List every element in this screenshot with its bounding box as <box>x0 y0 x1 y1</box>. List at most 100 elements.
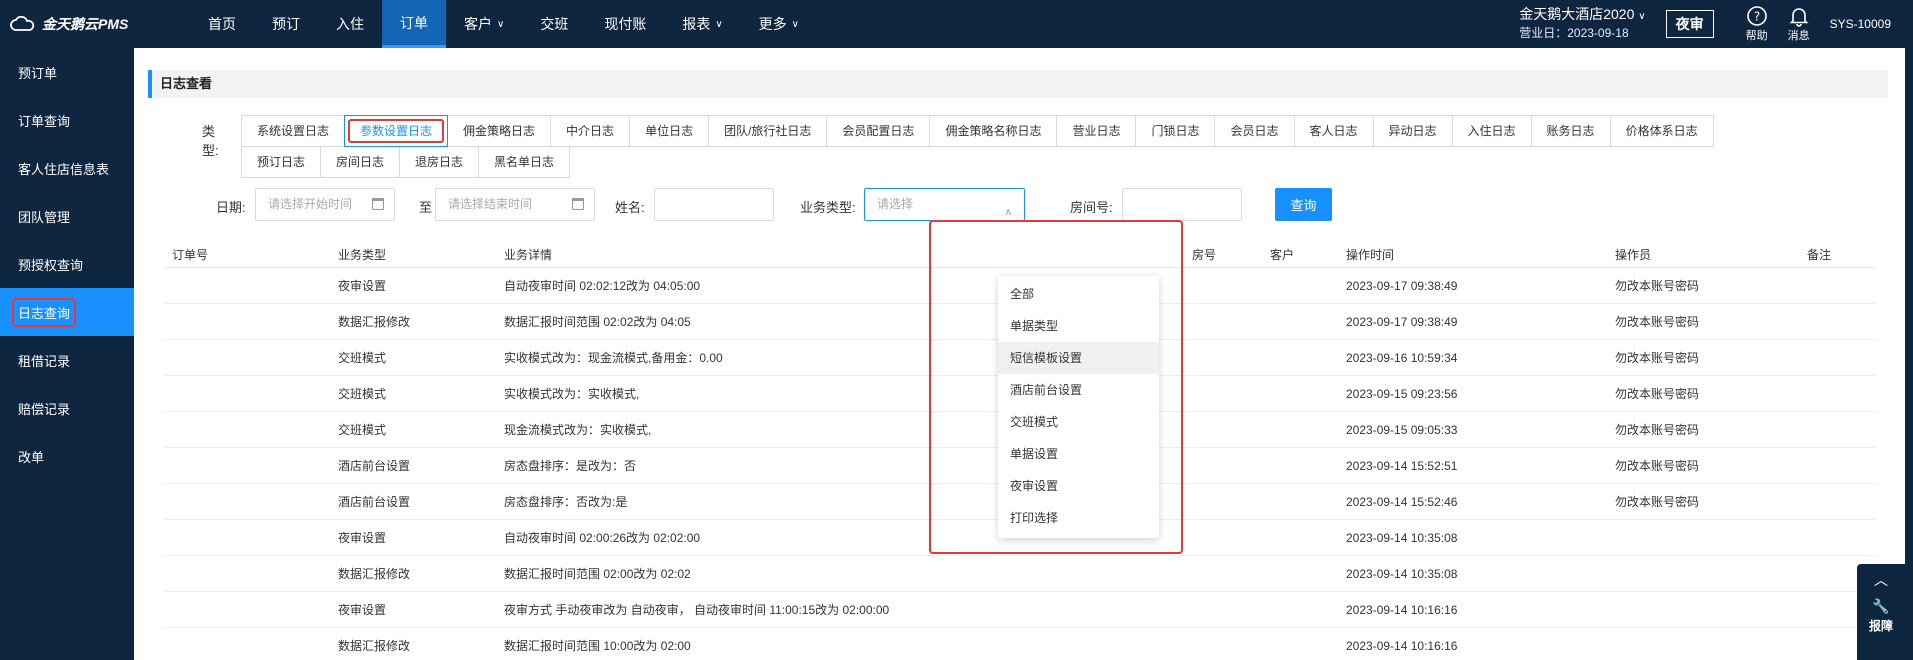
table-cell <box>164 592 336 627</box>
end-date-placeholder: 请选择结束时间 <box>448 197 533 211</box>
nav-item[interactable]: 现付账 <box>586 0 664 48</box>
room-number-label: 房间号: <box>1070 200 1113 215</box>
nav-item[interactable]: 更多 ∨ <box>741 0 817 48</box>
name-input[interactable] <box>654 188 774 221</box>
type-tab[interactable]: 参数设置日志 <box>344 115 449 147</box>
table-cell <box>1192 628 1270 660</box>
sidebar-item[interactable]: 预订单 <box>0 48 134 96</box>
table-cell <box>1192 520 1270 555</box>
sidebar-item[interactable]: 订单查询 <box>0 96 134 144</box>
dropdown-option[interactable]: 打印选择 <box>998 502 1159 534</box>
type-tab[interactable]: 账务日志 <box>1530 115 1611 147</box>
dropdown-option[interactable]: 夜审设置 <box>998 470 1159 502</box>
type-tab-label: 黑名单日志 <box>494 155 555 169</box>
dropdown-option[interactable]: 单据设置 <box>998 438 1159 470</box>
table-cell: 数据汇报修改 <box>338 315 411 329</box>
type-tab[interactable]: 门锁日志 <box>1135 115 1216 147</box>
sidebar-item-label: 团队管理 <box>18 209 71 225</box>
type-tab[interactable]: 中介日志 <box>550 115 631 147</box>
wrench-icon: 🔧 <box>1872 598 1890 614</box>
type-tab[interactable]: 会员日志 <box>1214 115 1295 147</box>
nav-item[interactable]: 交班 <box>522 0 586 48</box>
type-tab-label: 异动日志 <box>1388 124 1437 138</box>
type-tab[interactable]: 预订日志 <box>241 146 322 178</box>
table-cell: 勿改本账号密码 <box>1615 495 1700 509</box>
type-tab-label: 预订日志 <box>257 155 306 169</box>
cloud-logo-icon <box>10 16 35 31</box>
support-widget[interactable]: ︿ 🔧 报障 <box>1857 564 1905 660</box>
table-cell: 夜审设置 <box>338 603 387 617</box>
type-tab[interactable]: 房间日志 <box>320 146 401 178</box>
type-tab[interactable]: 退房日志 <box>399 146 480 178</box>
help-label: 帮助 <box>1745 30 1768 42</box>
column-header: 客户 <box>1270 248 1295 262</box>
sidebar-item[interactable]: 团队管理 <box>0 192 134 240</box>
table-cell: 交班模式 <box>338 351 387 365</box>
hotel-info[interactable]: 金天鹅大酒店2020 ∨ 营业日：2023-09-18 <box>1519 6 1645 42</box>
type-tab[interactable]: 团队/旅行社日志 <box>708 115 828 147</box>
table-cell: 勿改本账号密码 <box>1615 459 1700 473</box>
help-button[interactable]: ? 帮助 <box>1746 5 1768 43</box>
sidebar-item[interactable]: 客人住店信息表 <box>0 144 134 192</box>
room-number-input[interactable] <box>1122 188 1242 221</box>
sidebar-item[interactable]: 改单 <box>0 432 134 480</box>
type-tab[interactable]: 客人日志 <box>1293 115 1374 147</box>
table-cell: 2023-09-17 09:38:49 <box>1346 279 1458 293</box>
type-tab[interactable]: 佣金策略名称日志 <box>929 115 1058 147</box>
calendar-icon <box>572 198 584 210</box>
end-date-input[interactable]: 请选择结束时间 <box>435 188 595 221</box>
type-tab[interactable]: 价格体系日志 <box>1609 115 1714 147</box>
query-button[interactable]: 查询 <box>1275 188 1332 221</box>
sidebar-item-label: 赔偿记录 <box>18 401 71 417</box>
type-tab-label: 佣金策略名称日志 <box>945 124 1042 138</box>
sidebar-item-label: 改单 <box>18 449 45 465</box>
sidebar-item[interactable]: 预授权查询 <box>0 240 134 288</box>
nav-item[interactable]: 报表 ∨ <box>664 0 740 48</box>
table-cell <box>1270 340 1346 375</box>
table-cell <box>1192 412 1270 447</box>
table-cell <box>1807 340 1876 375</box>
sidebar-item[interactable]: 日志查询 <box>0 288 134 336</box>
type-tab-label: 价格体系日志 <box>1625 124 1698 138</box>
dropdown-option[interactable]: 全部 <box>998 278 1159 310</box>
date-to-label: 至 <box>419 200 433 215</box>
type-tab[interactable]: 系统设置日志 <box>241 115 346 147</box>
table-row[interactable]: 数据汇报修改 数据汇报时间范围 02:00改为 02:02 2023-09-14 1… <box>164 556 1876 592</box>
dropdown-option[interactable]: 交班模式 <box>998 406 1159 438</box>
column-header: 订单号 <box>172 248 209 262</box>
nav-item[interactable]: 客户 ∨ <box>446 0 522 48</box>
type-tab[interactable]: 营业日志 <box>1056 115 1137 147</box>
table-row[interactable]: 夜审设置 夜审方式 手动夜审改为 自动夜审， 自动夜审时间 11:00:15改为 … <box>164 592 1876 628</box>
nav-item[interactable]: 预订 <box>254 0 318 48</box>
dropdown-option[interactable]: 短信模板设置 <box>998 342 1159 374</box>
sidebar-item[interactable]: 租借记录 <box>0 336 134 384</box>
nav-item[interactable]: 首页 <box>190 0 254 48</box>
message-button[interactable]: 消息 <box>1788 5 1810 43</box>
chevron-down-icon: ∨ <box>715 18 723 30</box>
app-logo[interactable]: 金天鹅云PMS <box>0 0 190 48</box>
sidebar-item-label: 订单查询 <box>18 113 71 129</box>
chevron-up-icon[interactable]: ︿ <box>1874 570 1888 590</box>
type-tab[interactable]: 会员配置日志 <box>826 115 931 147</box>
type-tab[interactable]: 入住日志 <box>1451 115 1532 147</box>
night-audit-button[interactable]: 夜审 <box>1665 10 1714 38</box>
user-account[interactable]: SYS-10009 <box>1830 17 1891 31</box>
table-row[interactable]: 数据汇报修改 数据汇报时间范围 10:00改为 02:00 2023-09-14 1… <box>164 628 1876 660</box>
table-cell <box>1807 520 1876 555</box>
chevron-down-icon: ∨ <box>791 18 799 30</box>
right-scrollbar[interactable] <box>1905 48 1913 660</box>
business-type-dropdown: 全部 单据类型 短信模板设置 酒店前台设置 交班模式 单据设置 夜审设置 打印选择 <box>998 276 1159 538</box>
type-tab[interactable]: 单位日志 <box>629 115 710 147</box>
dropdown-option[interactable]: 单据类型 <box>998 310 1159 342</box>
dropdown-option[interactable]: 酒店前台设置 <box>998 374 1159 406</box>
business-type-select[interactable]: 请选择 ∧ <box>864 188 1025 221</box>
start-date-input[interactable]: 请选择开始时间 <box>255 188 395 221</box>
table-cell <box>164 268 336 303</box>
sidebar-item[interactable]: 赔偿记录 <box>0 384 134 432</box>
type-tab[interactable]: 异动日志 <box>1372 115 1453 147</box>
nav-item[interactable]: 订单 <box>382 0 446 48</box>
table-cell: 数据汇报时间范围 02:00改为 02:02 <box>504 567 691 581</box>
type-tab[interactable]: 黑名单日志 <box>478 146 571 178</box>
nav-item[interactable]: 入住 <box>318 0 382 48</box>
type-tab[interactable]: 佣金策略日志 <box>447 115 552 147</box>
